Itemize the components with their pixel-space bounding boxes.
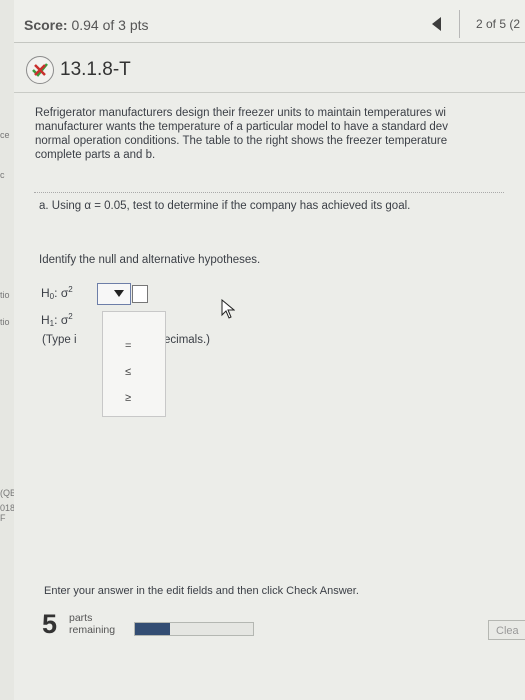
score-label: Score: [24, 17, 68, 33]
dropdown-option-greater-equal[interactable]: ≥ [125, 392, 131, 404]
intro-line: Refrigerator manufacturers design their … [35, 107, 446, 119]
score-bar: Score: 0.94 of 3 pts 2 of 5 (2 [14, 0, 525, 43]
sidebar-fragment: tio [0, 290, 10, 300]
dropdown-option-equal[interactable]: = [125, 340, 131, 352]
question-panel: Score: 0.94 of 3 pts 2 of 5 (2 13.1.8-T … [14, 0, 525, 700]
nav-divider [459, 10, 460, 38]
header-separator [14, 92, 525, 93]
sidebar-fragment: ce [0, 130, 10, 140]
null-hypothesis: H0: σ2 [41, 285, 73, 301]
hypotheses-instruction: Identify the null and alternative hypoth… [39, 254, 261, 266]
partial-credit-icon [26, 56, 54, 84]
answer-instructions: Enter your answer in the edit fields and… [44, 585, 359, 597]
left-triangle-icon[interactable] [432, 17, 441, 31]
parts-remaining-count: 5 [42, 609, 58, 639]
progress-fill [135, 623, 171, 635]
intro-line: manufacturer wants the temperature of a … [35, 121, 448, 133]
sidebar-fragment: 018 F [0, 503, 16, 523]
clear-all-button[interactable]: Clea [488, 620, 525, 640]
type-hint-start: (Type i [42, 334, 77, 346]
intro-line: normal operation conditions. The table t… [35, 135, 448, 147]
mouse-cursor-icon [221, 299, 235, 319]
dropdown-option-less-equal[interactable]: ≤ [125, 366, 131, 378]
alternative-hypothesis: H1: σ2 [41, 312, 73, 328]
question-id: 13.1.8-T [60, 59, 131, 80]
sidebar-fragment: tio [0, 317, 10, 327]
intro-line: complete parts a and b. [35, 149, 156, 161]
score-value: 0.94 of 3 pts [71, 17, 149, 33]
score: Score: 0.94 of 3 pts [24, 17, 149, 33]
chevron-down-icon[interactable] [114, 290, 124, 297]
parts-remaining-label: parts remaining [69, 612, 116, 636]
page-indicator[interactable]: 2 of 5 (2 [476, 17, 520, 31]
parts-progress-bar [134, 622, 254, 636]
sidebar-fragment: c [0, 170, 5, 180]
question-intro: Refrigerator manufacturers design their … [35, 106, 523, 162]
left-sidebar-strip: ce c tio tio (QB 018 F [0, 0, 16, 700]
relation-dropdown-menu: = ≤ ≥ [102, 311, 166, 417]
h0-value-input[interactable] [132, 285, 148, 303]
section-divider [34, 192, 504, 194]
part-a-prompt: a. Using α = 0.05, test to determine if … [39, 200, 411, 212]
type-hint-end: ecimals.) [164, 334, 211, 346]
relation-select[interactable] [97, 283, 131, 305]
